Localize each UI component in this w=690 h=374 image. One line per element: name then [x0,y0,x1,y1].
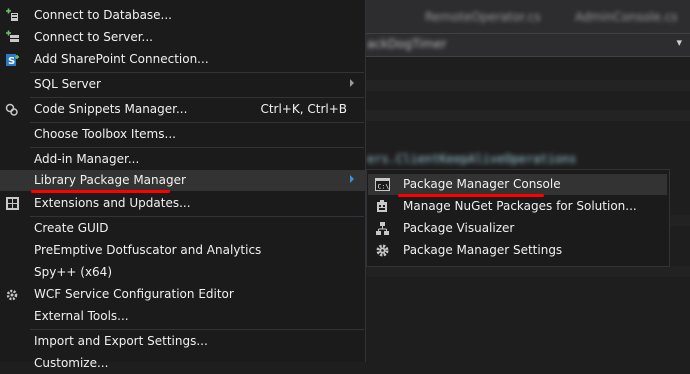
tools-menu: Connect to Database... Connect to Server… [0,0,366,370]
editor-tab-strip: RemoteOperator.cs AdminConsole.cs [365,0,690,33]
menu-separator [30,147,364,148]
editor-tab[interactable]: RemoteOperator.cs [425,10,541,24]
extensions-icon [5,196,20,211]
menu-item-label: WCF Service Configuration Editor [34,287,234,301]
red-annotation-underline [398,194,544,197]
svg-text:C:\: C:\ [378,183,390,191]
menu-item-import-export-settings[interactable]: Import and Export Settings... [0,331,365,352]
menu-item-library-package-manager[interactable]: Library Package Manager [0,170,365,191]
database-plus-icon [5,8,20,23]
menu-item-external-tools[interactable]: External Tools... [0,306,365,327]
menu-item-extensions-and-updates[interactable]: Extensions and Updates... [0,193,365,214]
menu-item-wcf-service-configuration-editor[interactable]: WCF Service Configuration Editor [0,284,365,305]
library-package-manager-submenu: C:\ Package Manager Console Manage NuGet… [366,169,670,267]
menu-item-create-guid[interactable]: Create GUID [0,218,365,239]
menu-item-preemptive-dotfuscator[interactable]: PreEmptive Dotfuscator and Analytics [0,240,365,261]
nuget-package-icon [375,199,390,214]
submenu-arrow-icon [350,79,354,87]
menu-separator [30,122,364,123]
submenu-item-label: Manage NuGet Packages for Solution... [403,199,637,213]
menu-item-label: PreEmptive Dotfuscator and Analytics [34,243,262,257]
menu-item-label: Add SharePoint Connection... [34,52,209,66]
submenu-item-package-visualizer[interactable]: Package Visualizer [368,218,667,239]
member-dropdown-value: ackDogTimer [367,37,447,51]
menu-item-sql-server[interactable]: SQL Server [0,74,365,95]
menu-item-label: Code Snippets Manager... [34,102,188,116]
menu-item-connect-to-server[interactable]: Connect to Server... [0,27,365,48]
menu-item-label: Choose Toolbox Items... [34,127,176,141]
console-icon: C:\ [375,177,390,192]
menu-separator [30,329,364,330]
menu-item-label: Connect to Database... [34,8,172,22]
sharepoint-icon: S [5,52,20,67]
menu-separator [30,97,364,98]
gear-icon [375,243,390,258]
submenu-item-label: Package Visualizer [403,221,515,235]
code-snippets-icon [5,102,20,117]
submenu-item-package-manager-console[interactable]: C:\ Package Manager Console [368,174,667,195]
red-annotation-underline [31,190,170,193]
menu-item-shortcut: Ctrl+K, Ctrl+B [260,102,347,116]
editor-tab[interactable]: AdminConsole.cs [575,10,678,24]
menu-item-customize[interactable]: Customize... [0,353,365,374]
menu-separator [30,72,364,73]
menu-item-label: Library Package Manager [34,173,186,187]
menu-item-label: Connect to Server... [34,30,153,44]
menu-item-label: SQL Server [34,77,101,91]
editor-navigation-bar[interactable]: ackDogTimer ▾ [365,33,690,57]
menu-item-label: Spy++ (x64) [34,265,112,279]
code-line: ers.ClientKeepAliveOperations [367,152,577,166]
menu-item-spy-plus-plus[interactable]: Spy++ (x64) [0,262,365,283]
submenu-item-manage-nuget-packages[interactable]: Manage NuGet Packages for Solution... [368,196,667,217]
code-line [365,266,690,277]
menu-item-label: External Tools... [34,309,129,323]
submenu-item-label: Package Manager Settings [403,243,563,257]
menu-item-connect-to-database[interactable]: Connect to Database... [0,5,365,26]
svg-text:S: S [8,56,15,67]
submenu-item-label: Package Manager Console [403,177,561,191]
menu-item-label: Create GUID [34,221,109,235]
menu-item-label: Import and Export Settings... [34,334,208,348]
code-line [365,110,690,121]
code-line [365,80,690,91]
menu-item-label: Add-in Manager... [34,152,140,166]
submenu-arrow-icon [350,175,354,183]
menu-item-label: Extensions and Updates... [34,196,191,210]
menu-item-choose-toolbox-items[interactable]: Choose Toolbox Items... [0,124,365,145]
submenu-item-package-manager-settings[interactable]: Package Manager Settings [368,240,667,261]
visualizer-icon [375,221,390,236]
menu-item-add-in-manager[interactable]: Add-in Manager... [0,149,365,170]
server-plus-icon [5,30,20,45]
menu-item-code-snippets-manager[interactable]: Code Snippets Manager... Ctrl+K, Ctrl+B [0,99,365,120]
menu-item-label: Customize... [34,356,109,370]
wcf-gear-icon [5,287,20,302]
menu-item-add-sharepoint-connection[interactable]: S Add SharePoint Connection... [0,49,365,70]
chevron-down-icon[interactable]: ▾ [676,36,682,49]
menu-separator [30,216,364,217]
